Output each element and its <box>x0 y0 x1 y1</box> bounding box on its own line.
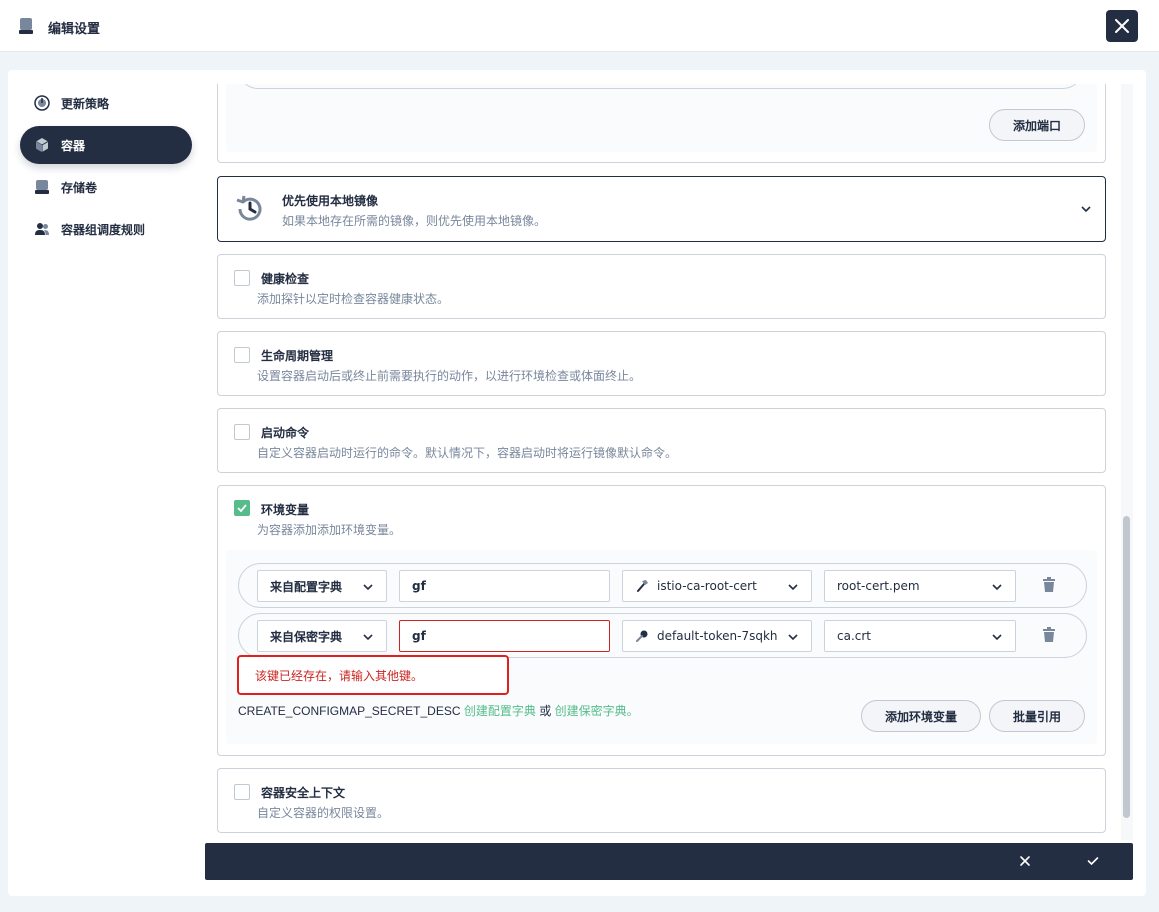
env-source-value: 来自配置字典 <box>270 579 343 594</box>
start-command-checkbox[interactable] <box>234 424 250 440</box>
env-key-input[interactable]: gf <box>399 620 610 652</box>
lifecycle-desc: 设置容器启动后或终止前需要执行的动作，以进行环境检查或体面终止。 <box>257 369 642 383</box>
ports-box: 添加端口 <box>226 84 1097 152</box>
lifecycle-card: 生命周期管理 设置容器启动后或终止前需要执行的动作，以进行环境检查或体面终止。 <box>217 331 1106 396</box>
health-check-checkbox[interactable] <box>234 270 250 286</box>
scrollbar-thumb[interactable] <box>1123 516 1130 818</box>
security-context-title: 容器安全上下文 <box>261 786 346 800</box>
confirm-button[interactable] <box>1087 855 1099 870</box>
action-bar <box>205 843 1133 880</box>
start-command-desc: 自定义容器启动时运行的命令。默认情况下，容器启动时将运行镜像默认命令。 <box>257 446 678 460</box>
env-row: 来自配置字典 gf istio-ca-root-cert root-cert.p… <box>238 563 1087 608</box>
chevron-down-icon <box>362 631 374 646</box>
batch-reference-button[interactable]: 批量引用 <box>989 700 1085 732</box>
security-context-checkbox[interactable] <box>234 784 250 800</box>
nav-item-volumes[interactable]: 存储卷 <box>20 168 192 206</box>
env-source-value: 来自保密字典 <box>270 629 343 644</box>
env-resource-value: default-token-7sqkh <box>657 629 778 643</box>
env-key-value: gf <box>412 629 426 643</box>
health-check-card: 健康检查 添加探针以定时检查容器健康状态。 <box>217 254 1106 319</box>
or-text: 或 <box>539 704 552 718</box>
start-command-card: 启动命令 自定义容器启动时运行的命令。默认情况下，容器启动时将运行镜像默认命令。 <box>217 408 1106 473</box>
env-vars-title: 环境变量 <box>261 503 310 517</box>
users-icon <box>34 221 50 237</box>
duplicate-key-error: 该键已经存在，请输入其他键。 <box>237 655 509 695</box>
close-icon <box>1020 856 1030 866</box>
port-row <box>238 84 1083 89</box>
storage-icon <box>34 179 50 195</box>
check-icon <box>1087 857 1099 866</box>
lifecycle-title: 生命周期管理 <box>261 349 334 363</box>
container-settings: 添加端口 优先使用本地镜像 如果本地存在所需的镜像，则优先使用本地镜像。 健康检… <box>205 84 1133 840</box>
side-nav: 更新策略 容器 存储卷 容器组调度规则 <box>20 84 192 252</box>
env-resource-select[interactable]: default-token-7sqkh <box>622 620 812 652</box>
env-key-input[interactable]: gf <box>399 570 610 602</box>
check-icon <box>237 504 247 513</box>
start-command-title: 启动命令 <box>261 426 310 440</box>
env-row: 来自保密字典 gf default-token-7sqkh ca.crt <box>238 613 1087 658</box>
cube-icon <box>34 137 50 153</box>
storage-icon <box>18 17 34 38</box>
env-source-select[interactable]: 来自保密字典 <box>257 620 387 652</box>
env-item-select[interactable]: ca.crt <box>824 620 1016 652</box>
nav-label: 容器 <box>61 138 86 153</box>
chevron-down-icon <box>991 581 1003 596</box>
chevron-down-icon[interactable] <box>1080 203 1092 218</box>
local-image-card[interactable]: 优先使用本地镜像 如果本地存在所需的镜像，则优先使用本地镜像。 <box>217 176 1106 242</box>
close-icon <box>1115 19 1129 33</box>
create-secret-link[interactable]: 创建保密字典。 <box>555 704 639 718</box>
chevron-down-icon <box>991 631 1003 646</box>
env-footer-text: CREATE_CONFIGMAP_SECRET_DESC 创建配置字典 或 创建… <box>238 702 639 719</box>
key-icon <box>635 629 649 643</box>
chevron-down-icon <box>787 581 799 596</box>
lifecycle-checkbox[interactable] <box>234 347 250 363</box>
nav-item-scheduling-rules[interactable]: 容器组调度规则 <box>20 210 192 248</box>
security-context-desc: 自定义容器的权限设置。 <box>257 806 390 820</box>
env-footer-desc: CREATE_CONFIGMAP_SECRET_DESC <box>238 704 461 718</box>
env-resource-value: istio-ca-root-cert <box>657 579 757 593</box>
add-env-var-button[interactable]: 添加环境变量 <box>861 700 981 732</box>
create-configmap-link[interactable]: 创建配置字典 <box>464 704 536 718</box>
modal-header: 编辑设置 <box>0 0 1159 52</box>
cancel-button[interactable] <box>1019 855 1031 870</box>
env-item-value: ca.crt <box>837 629 872 643</box>
local-image-title: 优先使用本地镜像 <box>282 194 379 208</box>
chevron-down-icon <box>787 631 799 646</box>
add-port-button[interactable]: 添加端口 <box>989 109 1085 141</box>
env-key-value: gf <box>412 579 426 593</box>
hammer-icon <box>635 579 649 593</box>
trash-icon[interactable] <box>1042 577 1056 596</box>
nav-label: 容器组调度规则 <box>61 222 146 237</box>
modal-title: 编辑设置 <box>48 22 101 37</box>
nav-item-containers[interactable]: 容器 <box>20 126 192 164</box>
env-vars-desc: 为容器添加添加环境变量。 <box>257 523 402 537</box>
nav-item-update-strategy[interactable]: 更新策略 <box>20 84 192 122</box>
env-item-value: root-cert.pem <box>837 579 920 593</box>
env-vars-checkbox[interactable] <box>234 500 250 516</box>
health-check-desc: 添加探针以定时检查容器健康状态。 <box>257 292 450 306</box>
nav-label: 更新策略 <box>61 96 110 111</box>
close-button[interactable] <box>1106 10 1138 42</box>
env-resource-select[interactable]: istio-ca-root-cert <box>622 570 812 602</box>
nav-label: 存储卷 <box>61 180 98 195</box>
env-source-select[interactable]: 来自配置字典 <box>257 570 387 602</box>
local-image-desc: 如果本地存在所需的镜像，则优先使用本地镜像。 <box>282 214 547 228</box>
ports-card: 添加端口 <box>217 84 1106 163</box>
health-check-title: 健康检查 <box>261 272 310 286</box>
clock-icon <box>34 95 50 111</box>
env-item-select[interactable]: root-cert.pem <box>824 570 1016 602</box>
history-icon <box>234 193 266 228</box>
chevron-down-icon <box>362 581 374 596</box>
security-context-card: 容器安全上下文 自定义容器的权限设置。 <box>217 768 1106 833</box>
trash-icon[interactable] <box>1042 627 1056 646</box>
env-vars-card: 环境变量 为容器添加添加环境变量。 来自配置字典 gf istio-ca-roo… <box>217 485 1106 756</box>
